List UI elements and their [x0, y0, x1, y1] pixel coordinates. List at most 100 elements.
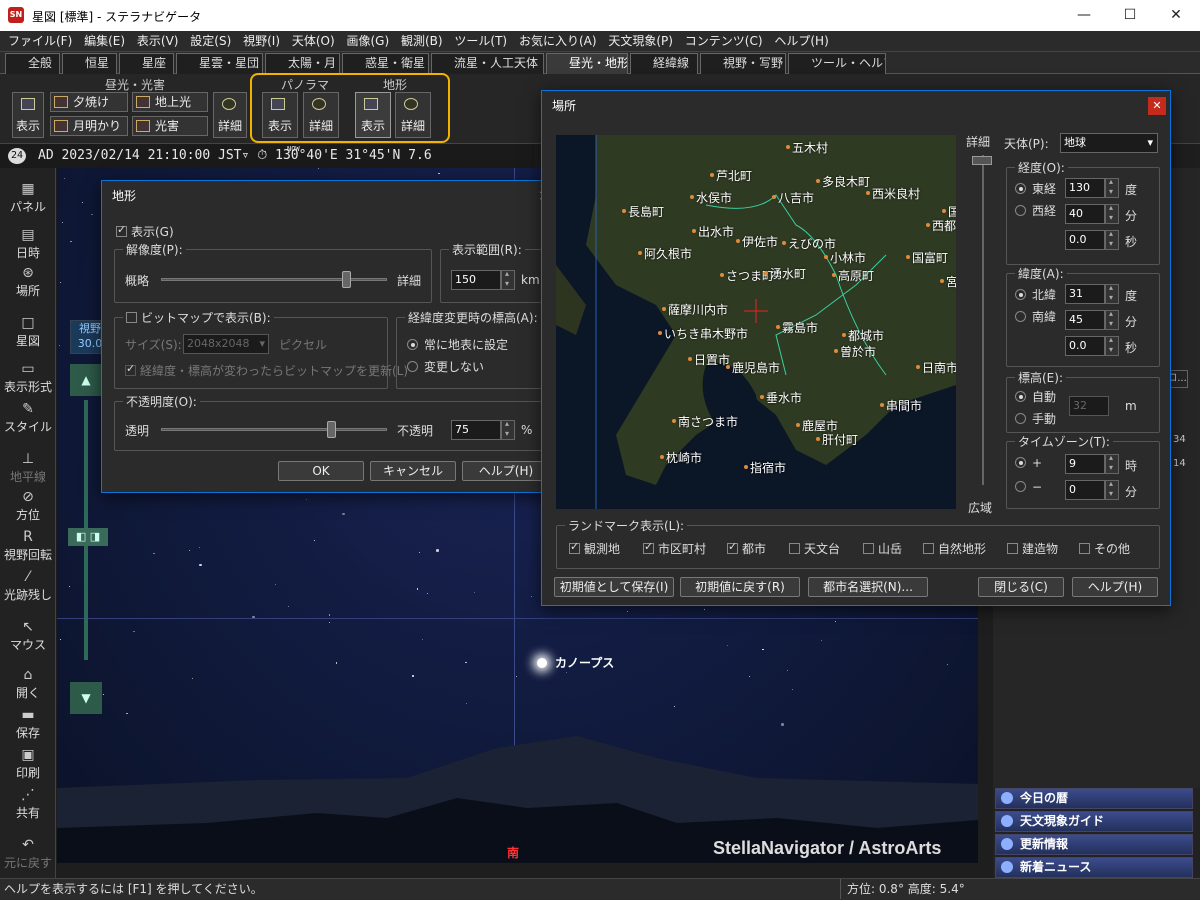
moonlight-button[interactable]: 月明かり	[50, 116, 128, 136]
longitude-min-input[interactable]: 40	[1065, 204, 1105, 224]
menu-edit[interactable]: 編集(E)	[80, 31, 129, 52]
menu-help[interactable]: ヘルプ(H)	[770, 31, 832, 52]
tab-gridlines[interactable]: 経緯線	[630, 53, 698, 74]
latitude-sec-spinner[interactable]	[1105, 335, 1119, 356]
landmark-municipality[interactable]: 市区町村	[643, 540, 706, 557]
rotate-view-button[interactable]: R 視野回転	[0, 528, 56, 563]
longitude-sec-input[interactable]: 0.0	[1065, 230, 1105, 250]
menu-tools[interactable]: ツール(T)	[450, 31, 511, 52]
close-icon[interactable]: ✕	[1148, 97, 1166, 115]
update-info-button[interactable]: 更新情報	[995, 834, 1193, 855]
menu-view[interactable]: 表示(V)	[133, 31, 183, 52]
datetime-button[interactable]: ▤ 日時	[0, 226, 56, 261]
longitude-deg-input[interactable]: 130	[1065, 178, 1105, 198]
open-button[interactable]: ⌂ 開く	[0, 666, 56, 701]
longitude-min-spinner[interactable]	[1105, 203, 1119, 224]
ok-button[interactable]: OK	[278, 461, 364, 481]
menu-phenomena[interactable]: 天文現象(P)	[604, 31, 677, 52]
direction-button[interactable]: ⊘ 方位	[0, 488, 56, 523]
light-pollution-button[interactable]: 光害	[132, 116, 208, 136]
close-dialog-button[interactable]: 閉じる(C)	[978, 577, 1064, 597]
map-zoom-track[interactable]	[982, 155, 984, 485]
landmark-mountain[interactable]: 山岳	[863, 540, 902, 557]
close-button[interactable]: ✕	[1153, 0, 1199, 31]
resolution-slider[interactable]	[161, 278, 387, 281]
checkbox[interactable]	[1079, 543, 1090, 554]
longitude-sec-spinner[interactable]	[1105, 229, 1119, 250]
latitude-sec-input[interactable]: 0.0	[1065, 336, 1105, 356]
checkbox[interactable]	[569, 540, 580, 554]
timezone-hour-spinner[interactable]	[1105, 453, 1119, 474]
daylight-detail-button[interactable]: 詳細	[213, 92, 247, 138]
canopus-star[interactable]	[537, 658, 547, 668]
menu-favorites[interactable]: お気に入り(A)	[515, 31, 601, 52]
opacity-input[interactable]: 75	[451, 420, 501, 440]
menu-contents[interactable]: コンテンツ(C)	[681, 31, 767, 52]
save-button[interactable]: ▬ 保存	[0, 706, 56, 741]
terrain-map[interactable]: 五木村 芦北町 多良木町 西米良村 水俣市 八吉市 長島町 出水市 伊佐市 えびの市 西都 阿久根市小…	[556, 135, 956, 509]
tab-planets[interactable]: 惑星・衛星	[342, 53, 429, 74]
landmark-building[interactable]: 建造物	[1007, 540, 1058, 557]
latitude-min-input[interactable]: 45	[1065, 310, 1105, 330]
bitmap-legend[interactable]: ビットマップで表示(B):	[123, 309, 274, 326]
body-select[interactable]: 地球 ▾	[1060, 133, 1158, 153]
phenomena-guide-button[interactable]: 天文現象ガイド	[995, 811, 1193, 832]
radio[interactable]	[407, 339, 418, 350]
opacity-spinner[interactable]	[501, 419, 515, 440]
style-button[interactable]: ✎ スタイル	[0, 400, 56, 435]
menu-object[interactable]: 天体(O)	[288, 31, 339, 52]
trail-button[interactable]: ⁄ 光跡残し	[0, 568, 56, 603]
tab-field-view[interactable]: 視野・写野	[700, 53, 786, 74]
menu-image[interactable]: 画像(G)	[342, 31, 393, 52]
sunset-button[interactable]: 夕焼け	[50, 92, 128, 112]
menu-settings[interactable]: 設定(S)	[186, 31, 235, 52]
radio[interactable]	[1015, 183, 1026, 194]
landmark-other[interactable]: その他	[1079, 540, 1130, 557]
checkbox[interactable]	[789, 543, 800, 554]
bitmap-size-select[interactable]: 2048x2048 ▾	[183, 334, 269, 354]
datetime-display[interactable]: AD 2023/02/14 21:10:00 JST▿ ⏱ 130°40'E 3…	[38, 144, 432, 168]
news-button[interactable]: 新着ニュース	[995, 857, 1193, 878]
landmark-city[interactable]: 都市	[727, 540, 766, 557]
timezone-hour-input[interactable]: 9	[1065, 454, 1105, 474]
location-button[interactable]: ⊛ 場所	[0, 264, 56, 299]
radio[interactable]	[1015, 413, 1026, 424]
menu-field[interactable]: 視野(I)	[239, 31, 284, 52]
latitude-deg-input[interactable]: 31	[1065, 284, 1105, 304]
resolution-slider-thumb[interactable]	[342, 271, 352, 288]
landmark-natural[interactable]: 自然地形	[923, 540, 986, 557]
share-button[interactable]: ⋰ 共有	[0, 786, 56, 821]
tab-sun-moon[interactable]: 太陽・月	[265, 53, 340, 74]
save-default-button[interactable]: 初期値として保存(I)	[554, 577, 674, 597]
tab-daylight-terrain[interactable]: 昼光・地形	[546, 53, 628, 74]
city-select-button[interactable]: 都市名選択(N)...	[808, 577, 928, 597]
south-radio[interactable]: 南緯	[1015, 308, 1056, 325]
help-button[interactable]: ヘルプ(H)	[462, 461, 550, 481]
tab-nebulae[interactable]: 星雲・星団	[176, 53, 263, 74]
cancel-button[interactable]: キャンセル	[370, 461, 456, 481]
reset-default-button[interactable]: 初期値に戻す(R)	[680, 577, 800, 597]
west-radio[interactable]: 西経	[1015, 202, 1056, 219]
map-zoom-thumb[interactable]	[972, 156, 992, 165]
time-24-icon[interactable]: 24	[8, 148, 26, 164]
zoom-out-button[interactable]: ▼	[70, 682, 102, 714]
landmark-observation[interactable]: 観測地	[569, 540, 620, 557]
landmark-observatory[interactable]: 天文台	[789, 540, 840, 557]
north-radio[interactable]: 北緯	[1015, 286, 1056, 303]
range-spinner[interactable]	[501, 269, 515, 290]
altitude-input[interactable]: 32	[1069, 396, 1109, 416]
mouse-button[interactable]: ↖ マウス	[0, 618, 56, 653]
zoom-in-button[interactable]: ▲	[70, 364, 102, 396]
altitude-auto-radio[interactable]: 自動	[1015, 388, 1056, 405]
checkbox[interactable]	[125, 362, 136, 376]
tab-tools-help[interactable]: ツール・ヘルプ	[788, 53, 886, 74]
timezone-minus-radio[interactable]: −	[1015, 480, 1042, 494]
latitude-min-spinner[interactable]	[1105, 309, 1119, 330]
chart-button[interactable]: □ 星図	[0, 314, 56, 349]
east-radio[interactable]: 東経	[1015, 180, 1056, 197]
elevation-option-keep[interactable]: 変更しない	[407, 358, 484, 375]
radio[interactable]	[1015, 205, 1026, 216]
daylight-show-button[interactable]: 表示	[12, 92, 44, 138]
undo-button[interactable]: ↶ 元に戻す	[0, 836, 56, 871]
latitude-deg-spinner[interactable]	[1105, 283, 1119, 304]
